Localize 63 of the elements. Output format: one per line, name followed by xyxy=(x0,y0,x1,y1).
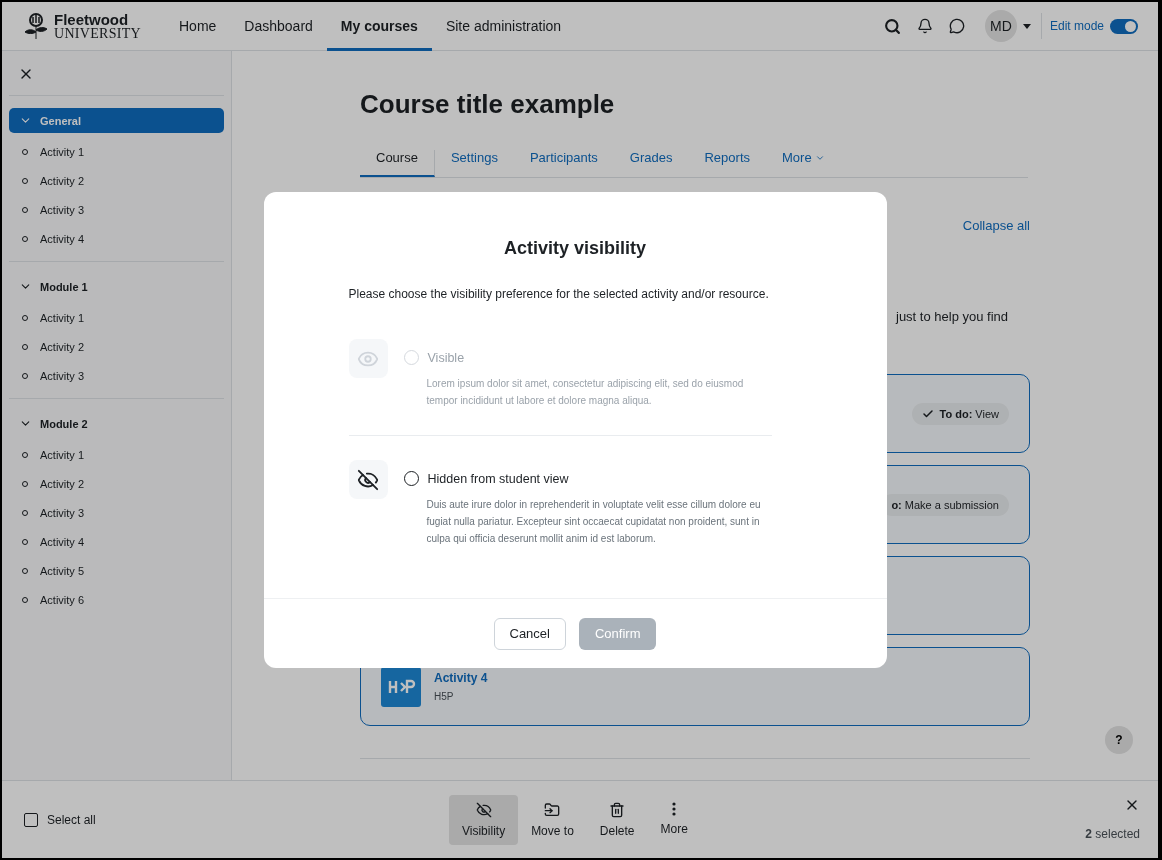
sidebar-item[interactable]: Activity 3 xyxy=(40,203,84,216)
sidebar-item[interactable]: Activity 3 xyxy=(40,506,84,519)
course-title: Course title example xyxy=(360,89,616,120)
flower-logo-icon xyxy=(22,12,50,40)
section-title: Module 1 xyxy=(40,280,88,293)
sidebar-item[interactable]: Activity 1 xyxy=(40,448,84,461)
trash-icon xyxy=(609,801,626,818)
logo-name: Fleetwood xyxy=(54,11,130,27)
course-tab[interactable]: Settings xyxy=(434,150,514,177)
badge-text: To do: View xyxy=(939,407,999,420)
nav-link[interactable]: My courses xyxy=(326,2,432,51)
option-description: Lorem ipsum dolor sit amet, consectetur adipiscing elit, sed do eiusmod tempor incididunt ut labore et dolore magna aliqua. xyxy=(426,377,745,408)
option-label: Visible xyxy=(427,350,465,365)
check-icon xyxy=(921,407,934,420)
sidebar-item[interactable]: Activity 2 xyxy=(40,340,84,353)
bulk-action-button[interactable]: Visibility xyxy=(449,794,519,845)
sidebar-item[interactable]: Activity 5 xyxy=(40,564,84,577)
sidebar-item[interactable]: Activity 4 xyxy=(40,232,84,245)
select-all-label: Select all xyxy=(47,812,96,827)
activity-type: H5P xyxy=(434,691,455,702)
intro-text: just to help you find xyxy=(896,309,1010,324)
help-button[interactable]: ? xyxy=(1105,726,1133,754)
sidebar-item[interactable]: Activity 1 xyxy=(40,311,84,324)
course-tab[interactable]: Grades xyxy=(613,150,689,177)
sidebar-item[interactable]: Activity 6 xyxy=(40,593,84,606)
caret-icon[interactable] xyxy=(1022,23,1031,29)
option-description: Duis aute irure dolor in reprehenderit in voluptate velit esse cillum dolore eu fugiat nulla pariatur. Excepteur sint occaecat cupidatat non proident, sunt in culpa qui officia deserunt mollit anim id est laborum. xyxy=(426,498,762,546)
dialog-description: Please choose the visibility preference for the selected activity and/or resource. xyxy=(348,287,770,301)
course-tab[interactable]: More xyxy=(766,150,841,177)
section-title: Module 2 xyxy=(40,417,88,430)
eye-slash-icon xyxy=(475,801,492,818)
edit-mode-switch[interactable] xyxy=(1110,18,1138,34)
course-tab[interactable]: Course xyxy=(360,150,435,177)
folder-arrow-icon xyxy=(544,801,561,818)
bulk-action-button[interactable]: More xyxy=(647,794,701,845)
nav-link[interactable]: Site administration xyxy=(431,2,576,51)
option-label: Hidden from student view xyxy=(427,471,569,486)
more-icon xyxy=(672,801,677,816)
section-title: General xyxy=(40,114,81,127)
bulk-action-button[interactable]: Delete xyxy=(586,794,648,845)
sidebar-item[interactable]: Activity 3 xyxy=(40,369,84,382)
edit-mode-label: Edit mode xyxy=(1049,19,1104,33)
radio-button[interactable] xyxy=(403,471,419,486)
selected-count: 2 selected xyxy=(1085,827,1140,841)
sidebar-item[interactable]: Activity 4 xyxy=(40,535,84,548)
cancel-button[interactable]: Cancel xyxy=(493,617,566,650)
checkbox[interactable] xyxy=(24,812,38,827)
section-item[interactable]: General xyxy=(9,108,224,133)
section-item[interactable]: Module 2 xyxy=(9,411,224,436)
sidebar-item[interactable]: Activity 2 xyxy=(40,174,84,187)
section-item[interactable]: Module 1 xyxy=(9,274,224,299)
nav-link[interactable]: Dashboard xyxy=(230,2,327,51)
badge-text: o: Make a submission xyxy=(891,498,999,511)
logo-subtitle: UNIVERSITY xyxy=(54,26,141,41)
dialog-title: Activity visibility xyxy=(502,238,648,259)
sidebar-item[interactable]: Activity 2 xyxy=(40,477,84,490)
nav-link[interactable]: Home xyxy=(165,2,231,51)
user-avatar[interactable]: MD xyxy=(984,10,1017,42)
bulk-action-button[interactable]: Move to xyxy=(518,794,587,845)
course-tab[interactable]: Participants xyxy=(513,150,614,177)
activity-title[interactable]: Activity 4 xyxy=(434,671,488,685)
sidebar-item[interactable]: Activity 1 xyxy=(40,145,84,158)
course-tab[interactable]: Reports xyxy=(688,150,766,177)
